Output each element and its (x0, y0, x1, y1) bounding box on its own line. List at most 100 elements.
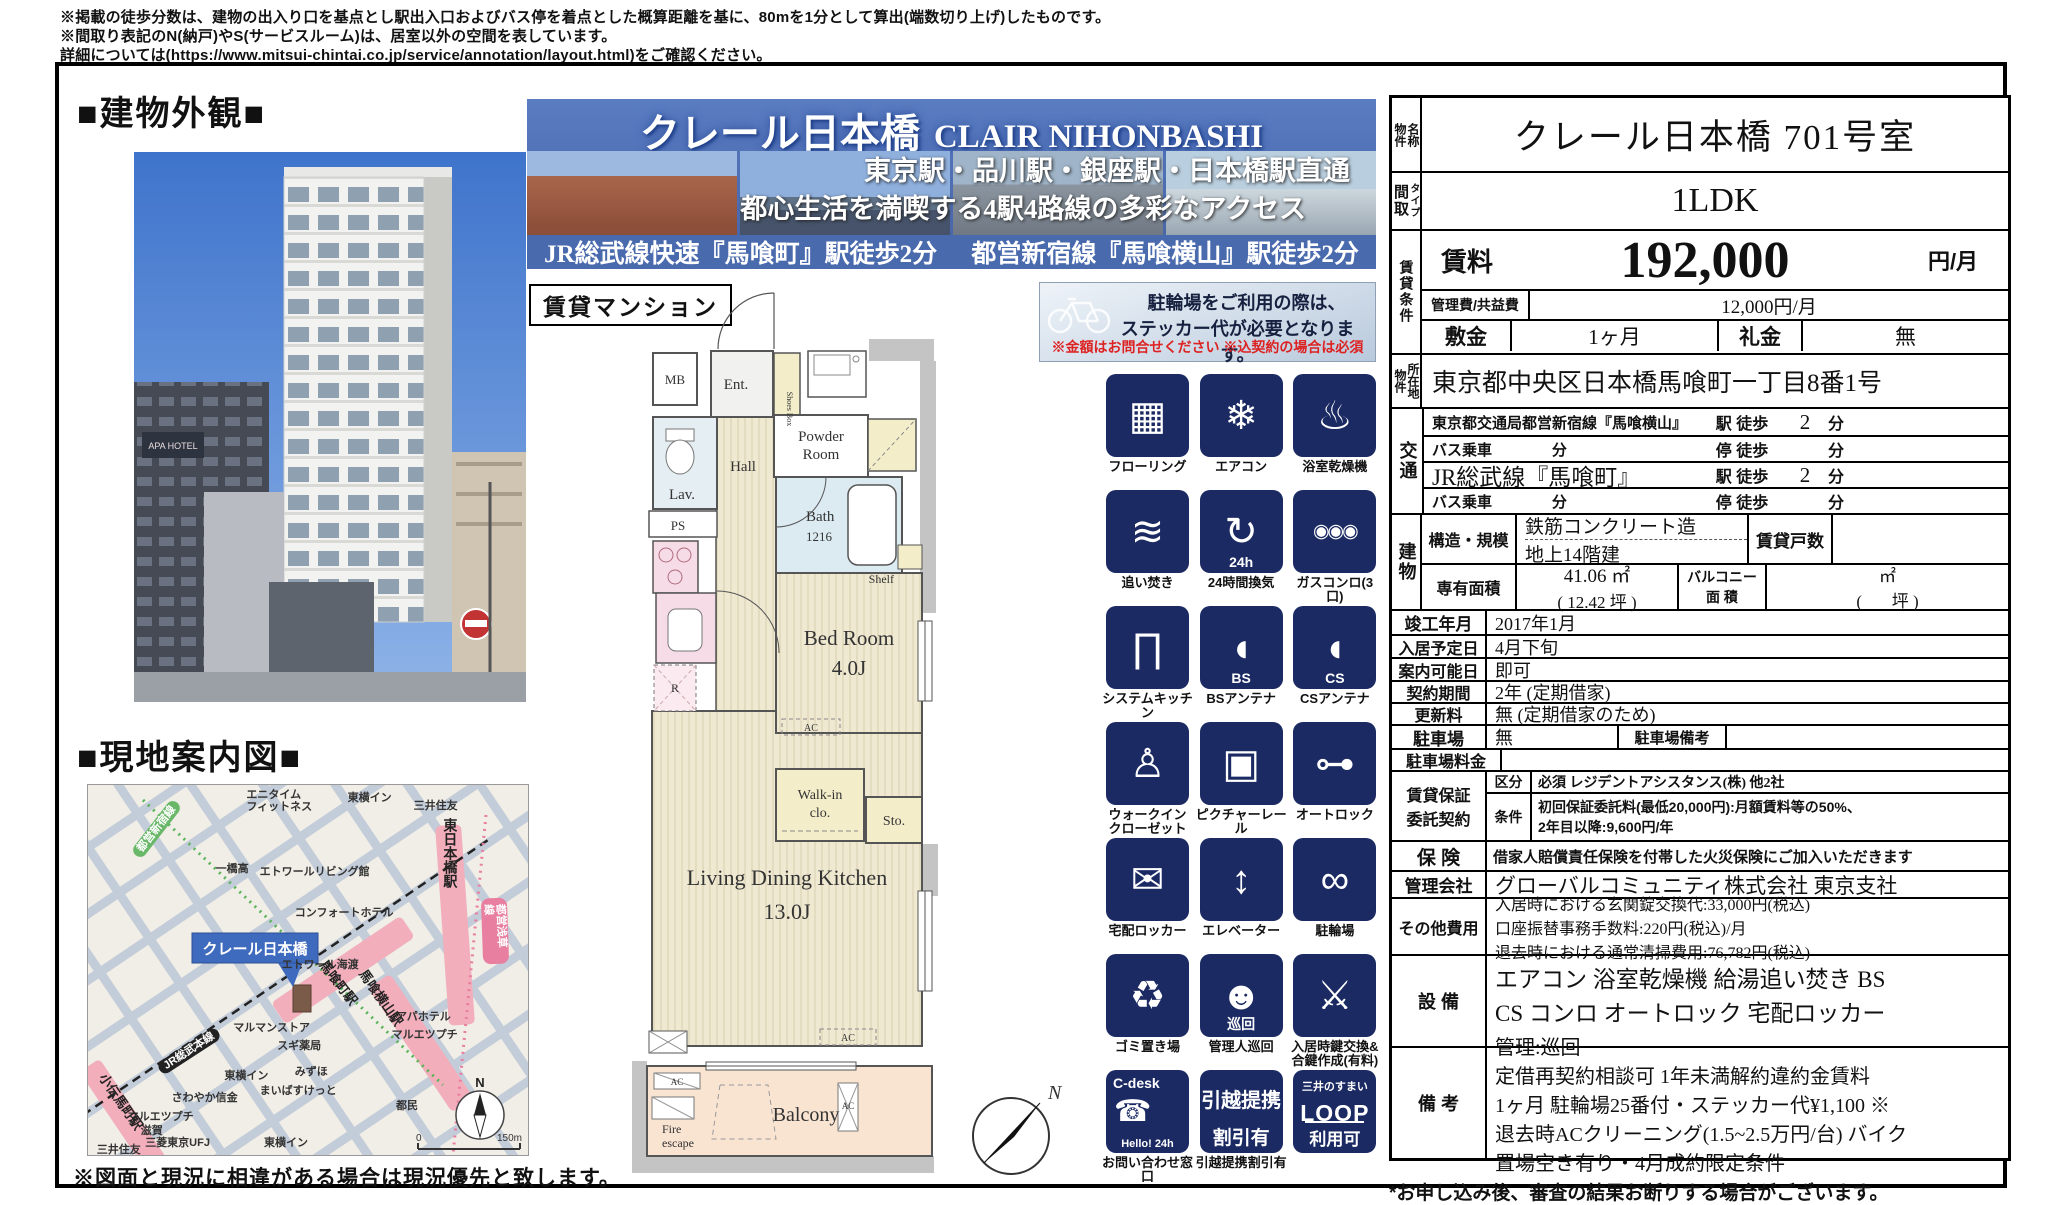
row-contract-term: 契約期間 2年 (定期借家) (1392, 680, 2008, 702)
amenity-label: エレベーター (1202, 924, 1280, 938)
amenity-tile: ▣ (1200, 722, 1283, 805)
management-fee-value: 12,000円/月 (1530, 291, 2008, 319)
svg-text:Balcony: Balcony (773, 1104, 840, 1126)
building-photo: APA HOTEL (134, 152, 526, 702)
bs-antenna-icon: ◖ BS BSアンテナ (1195, 606, 1288, 722)
property-flyer: { "colors":{"accent_navy":"#1b2a63","acc… (0, 0, 2056, 1203)
row-area: 専有面積 41.06 ㎡ ( 12.42 坪 ) バルコニー面 積 ㎡( 坪 ) (1422, 563, 2008, 609)
amenity-tile: ◉◉◉ (1293, 490, 1376, 573)
traffic-row: JR総武線『馬喰町』 駅 徒歩 2 分 (1424, 461, 2008, 487)
amenity-label: お問い合わせ窓口 (1101, 1156, 1194, 1184)
amenity-tile: ❄ (1200, 374, 1283, 457)
c-desk-icon: C-desk ☎ Hello! 24h お問い合わせ窓口 (1101, 1070, 1194, 1186)
svg-text:Bath: Bath (806, 509, 835, 525)
map-poi: 三菱東京UFJ (145, 1137, 210, 1149)
exterior-section-title: ■建物外観■ (77, 86, 266, 135)
svg-text:Sto.: Sto. (883, 814, 905, 829)
ventilation-24h-icon: ↻ 24h 24時間換気 (1195, 490, 1288, 606)
amenity-tile: ≋ (1106, 490, 1189, 573)
disclaimer-line-2: ※間取り表記のN(納戸)やS(サービスルーム)は、居室以外の空間を表しています。 (60, 25, 616, 46)
cs-antenna-icon: ◖ CS CSアンテナ (1288, 606, 1381, 722)
caretaker-patrol-icon: ☻ 巡回 管理人巡回 (1195, 954, 1288, 1070)
amenity-tile: ♻ (1106, 954, 1189, 1037)
map-poi: 都民 (396, 1100, 418, 1112)
amenity-label: 入居時鍵交換& 合鍵作成(有料) (1291, 1040, 1378, 1068)
row-structure: 構造・規模 鉄筋コンクリート造 地上14階建 賃貸戸数 (1422, 515, 2008, 563)
map-poi: エニタイム フィットネス (246, 789, 312, 813)
amenity-tile: ∞ (1293, 838, 1376, 921)
row-remarks: 備 考 管理:巡回定借再契約相談可 1年未満解約違約金賃料 1ヶ月 駐輪場25番… (1392, 1046, 2008, 1158)
map-poi: エトワールリビング館 (260, 866, 370, 878)
walk-in-closet-icon: ♙ ウォークイン クローゼット (1101, 722, 1194, 838)
amenity-label: ピクチャーレール (1195, 808, 1288, 836)
svg-text:PS: PS (671, 518, 685, 533)
banner-access-line-1: 東京駅・品川駅・銀座駅・日本橋駅直通 (864, 149, 1350, 188)
rent-value: 192,000 (1512, 231, 1898, 289)
amenity-icon: ≋ (1106, 490, 1189, 573)
amenity-label: 駐輪場 (1315, 924, 1354, 938)
amenity-label: フローリング (1108, 460, 1186, 474)
banner-access-line-2: 都心生活を満喫する4駅4路線の多彩なアクセス (740, 187, 1306, 226)
layout-value: 1LDK (1422, 173, 2008, 229)
amenity-tile: 三井のすまい LOOP 利用可 (1293, 1070, 1376, 1153)
system-kitchen-icon: ∏ システムキッチン (1101, 606, 1194, 722)
property-name-label: 物件名称 (1392, 98, 1422, 171)
row-property-name: 物件名称 クレール日本橋 701号室 (1392, 98, 2008, 171)
traffic-row: 東京都交通局都営新宿線『馬喰横山』 駅 徒歩 2 分 (1424, 409, 2008, 435)
amenity-label: ウォークイン クローゼット (1108, 808, 1186, 836)
amenity-icon: ↕ (1200, 838, 1283, 921)
row-guarantee: 賃貸保証委託契約 区分 必須 レジデントアシスタンス(株) 他2社 条件 初回保… (1392, 770, 2008, 840)
banner-station-left: JR総武線快速『馬喰町』駅徒歩2分 (544, 234, 937, 269)
amenity-label: ゴミ置き場 (1115, 1040, 1180, 1054)
svg-text:4.0J: 4.0J (832, 656, 866, 680)
svg-text:AC: AC (842, 1101, 855, 1111)
layout-label: 間取タイプ (1392, 173, 1422, 229)
key-money-label: 礼金 (1717, 321, 1803, 351)
address-value: 東京都中央区日本橋馬喰町一丁目8番1号 (1422, 355, 2008, 407)
amenity-tile: ☻ 巡回 (1200, 954, 1283, 1037)
map-poi: みずほ (295, 1066, 328, 1078)
svg-text:AC: AC (671, 1077, 684, 1087)
amenity-icon: ⚔ (1293, 954, 1376, 1037)
amenity-tile: ↻ 24h (1200, 490, 1283, 573)
svg-text:AC: AC (841, 1033, 855, 1044)
amenity-icon: ⊶ (1293, 722, 1376, 805)
map-poi: まいばすけっと (260, 1085, 337, 1097)
gas-stove-icon: ◉◉◉ ガスコンロ(3口) (1288, 490, 1381, 606)
row-insurance: 保 険 借家人賠償責任保険を付帯した火災保険にご加入いただきます (1392, 840, 2008, 870)
row-movein: 入居予定日 4月下旬 (1392, 634, 2008, 657)
row-completion: 竣工年月 2017年1月 (1392, 609, 2008, 634)
svg-text:Shelf: Shelf (869, 572, 894, 586)
map-line-label: 都営浅草線 (481, 898, 509, 965)
map-poi: 東横イン (224, 1070, 268, 1082)
row-guarantee-kubun: 区分 必須 レジデントアシスタンス(株) 他2社 (1487, 772, 2008, 792)
amenity-grid: ▦ フローリング ❄ エアコン ♨ (1101, 374, 1382, 1186)
amenity-label: 宅配ロッカー (1108, 924, 1186, 938)
svg-text:escape: escape (662, 1136, 694, 1150)
amenity-label: 引越提携割引有 (1196, 1156, 1287, 1170)
svg-text:MB: MB (665, 372, 686, 387)
map-poi: マルエツプチ (392, 1029, 458, 1041)
rent-group-label: 賃貸条件 (1399, 260, 1414, 324)
amenity-label: 管理人巡回 (1209, 1040, 1274, 1054)
svg-text:13.0J: 13.0J (763, 899, 811, 924)
map-poi: コンフォートホテル (295, 907, 394, 919)
amenity-icon: ❄ (1200, 374, 1283, 457)
row-other-fees: その他費用 入居時における玄関錠交換代:33,000円(税込)口座振替事務手数料… (1392, 897, 2008, 954)
banner-station-right: 都営新宿線『馬喰横山』駅徒歩2分 (971, 234, 1359, 269)
building-label: 建物 (1399, 542, 1414, 582)
flooring-icon: ▦ フローリング (1101, 374, 1194, 490)
row-rent: 賃料 192,000 円/月 (1422, 231, 2008, 289)
traffic-row: バス乗車分 停 徒歩 分 (1424, 435, 2008, 461)
floor-plan: MB Ent. Shoes Box Powder Room Hall Lav. … (616, 291, 1086, 1181)
map-station-label: 東日本橋駅 (444, 818, 456, 888)
map-poi: 三井住友 (97, 1144, 141, 1156)
amenity-icon: ◉◉◉ (1293, 490, 1376, 573)
bike-notice-warning: ※金額はお問合せください ※込契約の場合は必須 (1040, 337, 1375, 357)
moving-partner-icon: 引越提携 割引有 引越提携割引有 (1195, 1070, 1288, 1186)
map-property-callout: クレール日本橋 (202, 940, 308, 958)
row-parking: 駐車場 無 駐車場備考 (1392, 724, 2008, 748)
amenity-tile: ◖ BS (1200, 606, 1283, 689)
rent-label: 賃料 (1422, 231, 1512, 289)
amenity-tile: ♙ (1106, 722, 1189, 805)
